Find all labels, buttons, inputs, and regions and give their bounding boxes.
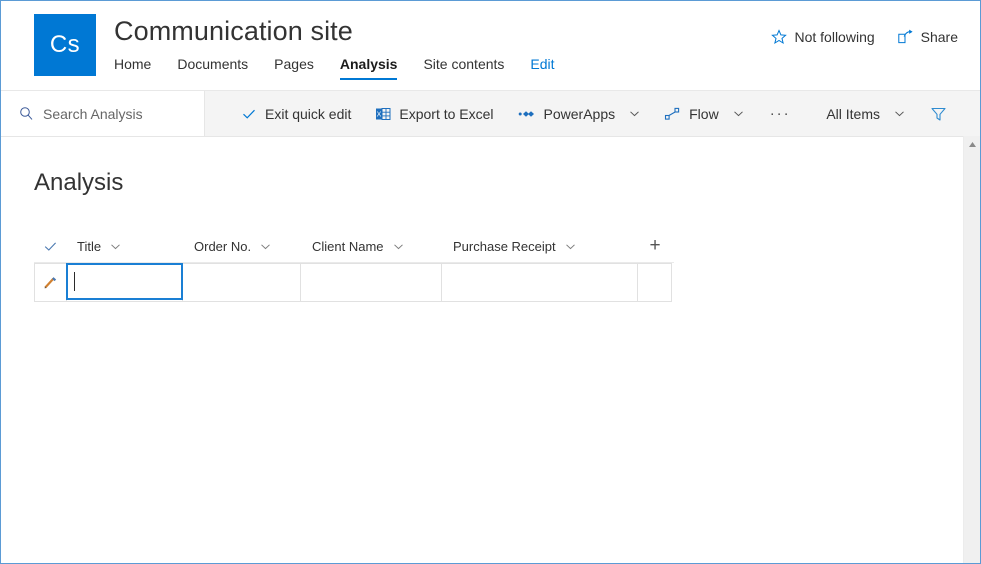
search-box[interactable]: Search Analysis [1, 91, 205, 136]
column-header-label: Order No. [194, 238, 252, 254]
content-area: Analysis Title Order No. Client Name Pur… [1, 137, 980, 563]
page-title: Analysis [34, 169, 124, 196]
active-cell-title-input[interactable] [66, 263, 183, 300]
exit-quick-edit-label: Exit quick edit [265, 105, 352, 122]
not-following-label: Not following [794, 29, 875, 45]
filter-funnel-icon [929, 105, 948, 123]
command-bar: Search Analysis Exit quick edit X Export… [1, 91, 980, 137]
scrollbar-track[interactable] [964, 153, 980, 563]
grid-header-row: Title Order No. Client Name Purchase Rec… [34, 230, 674, 263]
share-button[interactable]: Share [897, 29, 958, 45]
powerapps-label: PowerApps [543, 105, 616, 122]
chevron-down-icon[interactable] [260, 241, 271, 252]
nav-label: Analysis [339, 56, 398, 72]
view-selector-label: All Items [826, 105, 880, 122]
column-header-label: Purchase Receipt [453, 238, 556, 254]
nav-label: Edit [530, 56, 555, 72]
flow-button[interactable]: Flow [652, 92, 756, 136]
star-icon [771, 29, 788, 45]
filter-button[interactable] [917, 92, 960, 136]
list-grid: Title Order No. Client Name Purchase Rec… [34, 230, 674, 302]
cell-order-no[interactable] [183, 263, 301, 302]
powerapps-icon [518, 106, 536, 122]
site-logo[interactable]: Cs [34, 14, 96, 76]
excel-icon: X [375, 106, 391, 122]
site-header: Cs Communication site Home Documents Pag… [1, 1, 980, 91]
row-edit-indicator [34, 263, 66, 302]
command-bar-right: All Items [814, 91, 980, 136]
nav-label: Pages [274, 56, 314, 72]
column-header-client-name[interactable]: Client Name [301, 239, 442, 254]
flow-icon [664, 106, 681, 122]
column-header-title[interactable]: Title [66, 239, 183, 254]
more-commands-button[interactable]: ··· [756, 92, 805, 136]
flow-label: Flow [689, 105, 719, 122]
chevron-down-icon[interactable] [733, 106, 744, 122]
checkmark-icon [44, 242, 56, 251]
text-cursor [74, 272, 75, 291]
header-actions: Not following Share [771, 29, 958, 45]
chevron-down-icon[interactable] [565, 241, 576, 252]
select-all-checkbox[interactable] [34, 239, 66, 254]
nav-item-documents[interactable]: Documents [164, 54, 261, 74]
svg-text:X: X [377, 111, 382, 118]
site-logo-text: Cs [49, 31, 81, 58]
table-row [34, 263, 674, 302]
export-to-excel-label: Export to Excel [399, 105, 494, 122]
chevron-down-icon[interactable] [629, 106, 640, 122]
nav-item-site-contents[interactable]: Site contents [410, 54, 517, 74]
nav-label: Site contents [423, 56, 505, 72]
site-title: Communication site [114, 16, 353, 46]
browser-window: Cs Communication site Home Documents Pag… [0, 0, 981, 564]
chevron-down-icon[interactable] [393, 241, 404, 252]
checkmark-icon [241, 106, 257, 122]
exit-quick-edit-button[interactable]: Exit quick edit [229, 92, 363, 136]
chevron-down-icon[interactable] [110, 241, 121, 252]
nav-label: Documents [177, 56, 249, 72]
nav-label: Home [114, 56, 152, 72]
vertical-scrollbar[interactable] [963, 136, 980, 563]
search-input[interactable]: Search Analysis [43, 106, 143, 122]
not-following-button[interactable]: Not following [771, 29, 875, 45]
nav-item-pages[interactable]: Pages [261, 54, 327, 74]
share-icon [897, 29, 914, 45]
nav-item-analysis[interactable]: Analysis [327, 54, 411, 80]
cell-purchase-receipt[interactable] [442, 263, 638, 302]
chevron-up-icon [969, 142, 976, 147]
nav-item-edit[interactable]: Edit [517, 54, 567, 74]
cell-client-name[interactable] [301, 263, 442, 302]
column-header-label: Title [77, 238, 102, 254]
share-label: Share [920, 29, 958, 45]
nav-item-home[interactable]: Home [114, 54, 164, 74]
view-selector-button[interactable]: All Items [814, 92, 917, 136]
powerapps-button[interactable]: PowerApps [506, 92, 653, 136]
site-navigation: Home Documents Pages Analysis Site conte… [114, 54, 568, 80]
cell-row-end [638, 263, 672, 302]
export-to-excel-button[interactable]: X Export to Excel [363, 92, 505, 136]
pencil-icon [44, 277, 57, 289]
column-header-purchase-receipt[interactable]: Purchase Receipt [442, 239, 638, 254]
add-column-button[interactable]: + [638, 235, 672, 257]
scroll-up-button[interactable] [964, 136, 980, 153]
command-buttons: Exit quick edit X Export to Excel PowerA… [205, 91, 814, 136]
search-icon [19, 106, 34, 121]
column-header-label: Client Name [312, 238, 384, 254]
column-header-order-no[interactable]: Order No. [183, 239, 301, 254]
chevron-down-icon[interactable] [894, 106, 905, 122]
